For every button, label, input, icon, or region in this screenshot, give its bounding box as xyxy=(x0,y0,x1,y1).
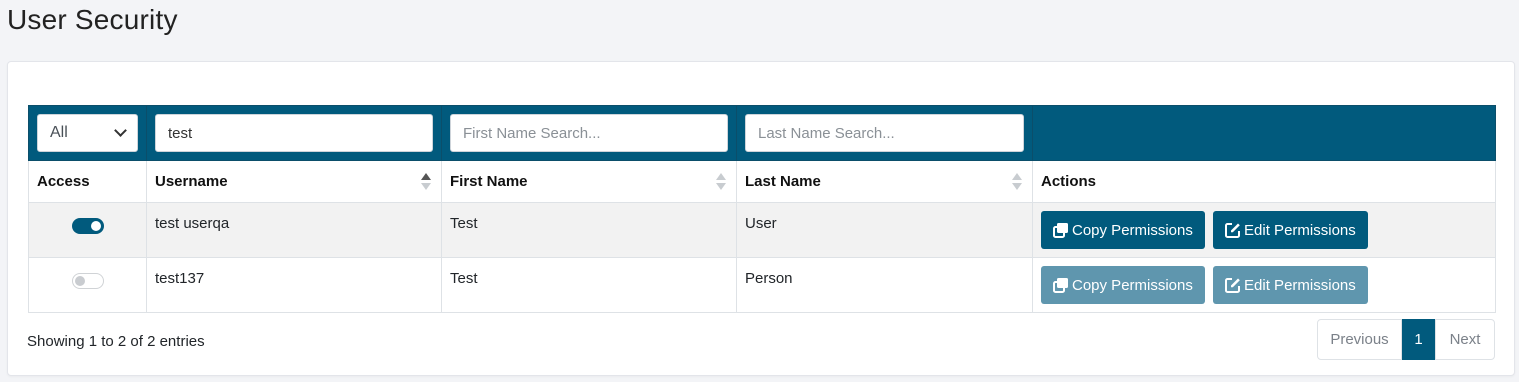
username-cell: test userqa xyxy=(146,202,442,258)
edit-icon xyxy=(1225,278,1241,293)
actions-filter-cell xyxy=(1032,105,1496,161)
first-name-search-input[interactable] xyxy=(450,114,728,152)
edit-permissions-button[interactable]: Edit Permissions xyxy=(1213,211,1368,249)
access-toggle-off[interactable] xyxy=(71,273,104,289)
copy-icon xyxy=(1053,223,1068,238)
first-name-cell: Test xyxy=(441,202,737,258)
access-cell xyxy=(28,202,147,258)
last-name-filter-cell xyxy=(736,105,1033,161)
pagination: Previous 1 Next xyxy=(1317,319,1495,360)
edit-permissions-button[interactable]: Edit Permissions xyxy=(1213,266,1368,304)
access-filter-select[interactable]: All xyxy=(37,114,138,152)
users-table: All Access Username First Name xyxy=(28,105,1496,313)
sort-icon xyxy=(1012,173,1022,191)
access-filter-value: All xyxy=(50,124,68,141)
copy-permissions-button[interactable]: Copy Permissions xyxy=(1041,266,1205,304)
username-filter-cell xyxy=(146,105,442,161)
first-name-cell: Test xyxy=(441,257,737,313)
column-header-first-name[interactable]: First Name xyxy=(441,160,737,203)
access-cell xyxy=(28,257,147,313)
header-row: Access Username First Name Last Name Act… xyxy=(28,160,1496,203)
edit-permissions-label: Edit Permissions xyxy=(1244,276,1356,294)
column-header-last-name[interactable]: Last Name xyxy=(736,160,1033,203)
column-header-access: Access xyxy=(28,160,147,203)
username-cell: test137 xyxy=(146,257,442,313)
chevron-down-icon xyxy=(114,124,127,137)
page-title: User Security xyxy=(7,4,178,35)
copy-permissions-label: Copy Permissions xyxy=(1072,276,1193,294)
user-security-card: All Access Username First Name xyxy=(7,61,1515,376)
previous-page-button[interactable]: Previous xyxy=(1317,319,1402,360)
last-name-cell: User xyxy=(736,202,1033,258)
table-info: Showing 1 to 2 of 2 entries xyxy=(27,333,205,350)
column-header-actions: Actions xyxy=(1032,160,1496,203)
column-header-username-label: Username xyxy=(155,173,228,190)
sort-icon xyxy=(716,173,726,191)
next-page-button[interactable]: Next xyxy=(1435,319,1495,360)
actions-cell: Copy Permissions Edit Permissions xyxy=(1032,202,1496,258)
copy-icon xyxy=(1053,278,1068,293)
filter-row: All xyxy=(28,105,1496,161)
page-1-button[interactable]: 1 xyxy=(1402,319,1435,360)
last-name-search-input[interactable] xyxy=(745,114,1024,152)
column-header-username[interactable]: Username xyxy=(146,160,442,203)
edit-icon xyxy=(1225,223,1241,238)
table-row: test userqa Test User Copy Permissions E… xyxy=(28,202,1496,258)
edit-permissions-label: Edit Permissions xyxy=(1244,221,1356,239)
sort-ascending-icon xyxy=(421,173,431,191)
first-name-filter-cell xyxy=(441,105,737,161)
copy-permissions-button[interactable]: Copy Permissions xyxy=(1041,211,1205,249)
table-row: test137 Test Person Copy Permissions Edi… xyxy=(28,257,1496,313)
access-filter-cell: All xyxy=(28,105,147,161)
column-header-last-name-label: Last Name xyxy=(745,173,821,190)
actions-cell: Copy Permissions Edit Permissions xyxy=(1032,257,1496,313)
last-name-cell: Person xyxy=(736,257,1033,313)
access-toggle-on[interactable] xyxy=(71,218,104,234)
copy-permissions-label: Copy Permissions xyxy=(1072,221,1193,239)
column-header-first-name-label: First Name xyxy=(450,173,528,190)
username-search-input[interactable] xyxy=(155,114,433,152)
